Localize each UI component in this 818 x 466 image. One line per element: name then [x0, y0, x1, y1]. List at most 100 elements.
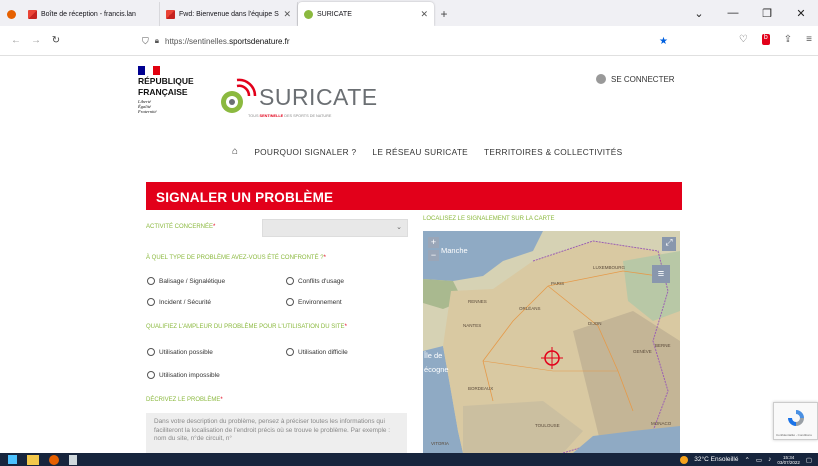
recaptcha-icon [788, 410, 804, 426]
location-map[interactable]: + − ⤢ ≡ Manche LUXEMBOURG PARIS RENNES O… [423, 231, 680, 453]
lock-icon[interactable]: 🔒︎ [155, 36, 159, 46]
tab-inbox[interactable]: Boîte de réception - francis.lan [22, 2, 160, 26]
menu-icon[interactable]: ≡ [806, 34, 812, 45]
zoom-in-button[interactable]: + [428, 237, 439, 248]
fullscreen-icon[interactable]: ⤢ [662, 237, 676, 251]
user-icon [596, 74, 606, 84]
tray-chevron-icon[interactable]: ⌃ [744, 456, 749, 464]
minimize-icon[interactable]: — [716, 7, 750, 19]
gmail-icon [166, 9, 175, 19]
map-place-nantes: NANTES [463, 323, 482, 328]
tab-suricate[interactable]: SURICATE ✕ [298, 2, 434, 26]
menu-item-pourquoi-signaler[interactable]: POURQUOI SIGNALER ? [254, 147, 356, 157]
map-place-paris: PARIS [551, 281, 565, 286]
activity-select[interactable]: ⌄ [262, 219, 408, 237]
network-icon[interactable]: ▭ [756, 456, 762, 464]
close-tab-icon[interactable]: ✕ [420, 9, 428, 20]
close-window-icon[interactable]: ✕ [784, 7, 818, 20]
radio-utilisation-possible[interactable]: Utilisation possible [147, 348, 213, 356]
suricate-favicon-icon [304, 9, 313, 19]
extension-icon[interactable]: b [761, 34, 770, 45]
recaptcha-text: Confidentialité - Conditions [776, 433, 812, 437]
map-place-bordeaux: BORDEAUX [468, 386, 494, 391]
radio-circle[interactable] [147, 277, 155, 285]
url-bar[interactable]: ⛉ 🔒︎ https://sentinelles.sportsdenature.… [142, 31, 682, 51]
logo-wordmark: SURICATE [259, 84, 378, 110]
activity-label: ACTIVITÉ CONCERNÉE* [146, 224, 216, 230]
tab-title: SURICATE [317, 10, 352, 18]
radio-circle[interactable] [286, 348, 294, 356]
form-title-banner: SIGNALER UN PROBLÈME [146, 182, 682, 210]
share-icon[interactable]: ⇪ [784, 34, 792, 45]
logo-text-republique: RÉPUBLIQUE [138, 76, 194, 86]
form-title: SIGNALER UN PROBLÈME [156, 190, 334, 205]
map-place-vitoria: VITORIA [431, 441, 449, 446]
tab-fwd-bienvenue[interactable]: Fwd: Bienvenue dans l'équipe S ✕ [160, 2, 298, 26]
description-textarea[interactable]: Dans votre description du problème, pens… [146, 413, 407, 453]
map-place-rennes: RENNES [468, 299, 487, 304]
pocket-icon[interactable]: ♡ [739, 34, 748, 45]
list-all-tabs-icon[interactable]: ⌄ [682, 7, 716, 20]
radio-utilisation-impossible[interactable]: Utilisation impossible [147, 371, 220, 379]
menu-item-territoires[interactable]: TERRITOIRES & COLLECTIVITÉS [484, 147, 622, 157]
main-menu: ⌂ POURQUOI SIGNALER ? LE RÉSEAU SURICATE… [232, 146, 622, 157]
clock-date: 03/07/2022 [777, 459, 800, 465]
suricate-logo[interactable]: SURICATE TOUS SENTINELLE DES SPORTS DE N… [215, 74, 377, 122]
french-flag-icon [138, 66, 160, 75]
notifications-icon[interactable]: ▢ [806, 456, 812, 464]
republique-francaise-logo[interactable]: RÉPUBLIQUE FRANÇAISE Liberté Égalité Fra… [138, 66, 218, 114]
volume-icon[interactable]: ♪ [768, 456, 771, 463]
map-background [423, 231, 680, 453]
chevron-down-icon: ⌄ [396, 224, 402, 231]
radio-conflits[interactable]: Conflits d'usage [286, 277, 344, 285]
weather-icon[interactable] [680, 455, 689, 464]
file-explorer-icon[interactable] [27, 454, 39, 465]
firefox-view-icon[interactable] [0, 2, 22, 26]
clock[interactable]: 15:34 03/07/2022 [777, 455, 800, 465]
windows-taskbar: 32°C Ensoleillé ⌃ ▭ ♪ 15:34 03/07/2022 ▢ [0, 453, 818, 466]
problem-type-label: À QUEL TYPE DE PROBLÈME AVEZ-VOUS ÉTÉ CO… [146, 255, 326, 261]
radio-circle[interactable] [286, 298, 294, 306]
radio-environnement[interactable]: Environnement [286, 298, 342, 306]
browser-tab-strip: Boîte de réception - francis.lan Fwd: Bi… [0, 0, 818, 26]
firefox-icon[interactable] [49, 454, 59, 465]
radio-utilisation-difficile[interactable]: Utilisation difficile [286, 348, 348, 356]
logo-tagline: TOUS SENTINELLE DES SPORTS DE NATURE [248, 114, 332, 118]
back-icon[interactable]: ← [6, 35, 26, 46]
site-header: RÉPUBLIQUE FRANÇAISE Liberté Égalité Fra… [0, 56, 818, 136]
map-place-monaco: MONACO [651, 421, 672, 426]
windows-start-icon[interactable] [8, 455, 17, 464]
reload-icon[interactable]: ↻ [46, 35, 66, 46]
map-place-toulouse: TOULOUSE [535, 423, 560, 428]
forward-icon[interactable]: → [26, 35, 46, 46]
layers-menu-icon[interactable]: ≡ [652, 265, 670, 283]
new-tab-button[interactable]: + [434, 2, 454, 26]
map-place-dijon: DIJON [588, 321, 602, 326]
radio-circle[interactable] [286, 277, 294, 285]
maximize-icon[interactable]: ❐ [750, 7, 784, 20]
radio-circle[interactable] [147, 348, 155, 356]
recaptcha-badge[interactable]: Confidentialité - Conditions [773, 402, 818, 440]
gmail-icon [28, 9, 37, 19]
bookmark-star-icon[interactable]: ★ [659, 36, 668, 47]
radio-balisage[interactable]: Balisage / Signalétique [147, 277, 225, 285]
map-place-geneve: GENÈVE [633, 349, 652, 354]
menu-item-reseau-suricate[interactable]: LE RÉSEAU SURICATE [372, 147, 468, 157]
map-place-ile-de: Île de [424, 351, 443, 360]
map-place-luxembourg: LUXEMBOURG [593, 265, 626, 270]
navigation-toolbar: ← → ↻ ⛉ 🔒︎ https://sentinelles.sportsden… [0, 26, 818, 56]
home-icon[interactable]: ⌂ [232, 146, 238, 157]
zoom-out-button[interactable]: − [428, 250, 439, 261]
radio-incident[interactable]: Incident / Sécurité [147, 298, 211, 306]
shield-icon[interactable]: ⛉ [142, 36, 149, 47]
url-text[interactable]: https://sentinelles.sportsdenature.fr [165, 37, 290, 46]
map-place-manche: Manche [441, 246, 468, 255]
radio-circle[interactable] [147, 371, 155, 379]
close-tab-icon[interactable]: ✕ [283, 9, 291, 20]
map-place-berne: BERNE [655, 343, 671, 348]
login-link[interactable]: SE CONNECTER [596, 74, 675, 84]
app-icon[interactable] [69, 454, 77, 465]
radio-circle[interactable] [147, 298, 155, 306]
weather-text[interactable]: 32°C Ensoleillé [694, 456, 738, 463]
tab-title: Fwd: Bienvenue dans l'équipe S [179, 10, 279, 18]
